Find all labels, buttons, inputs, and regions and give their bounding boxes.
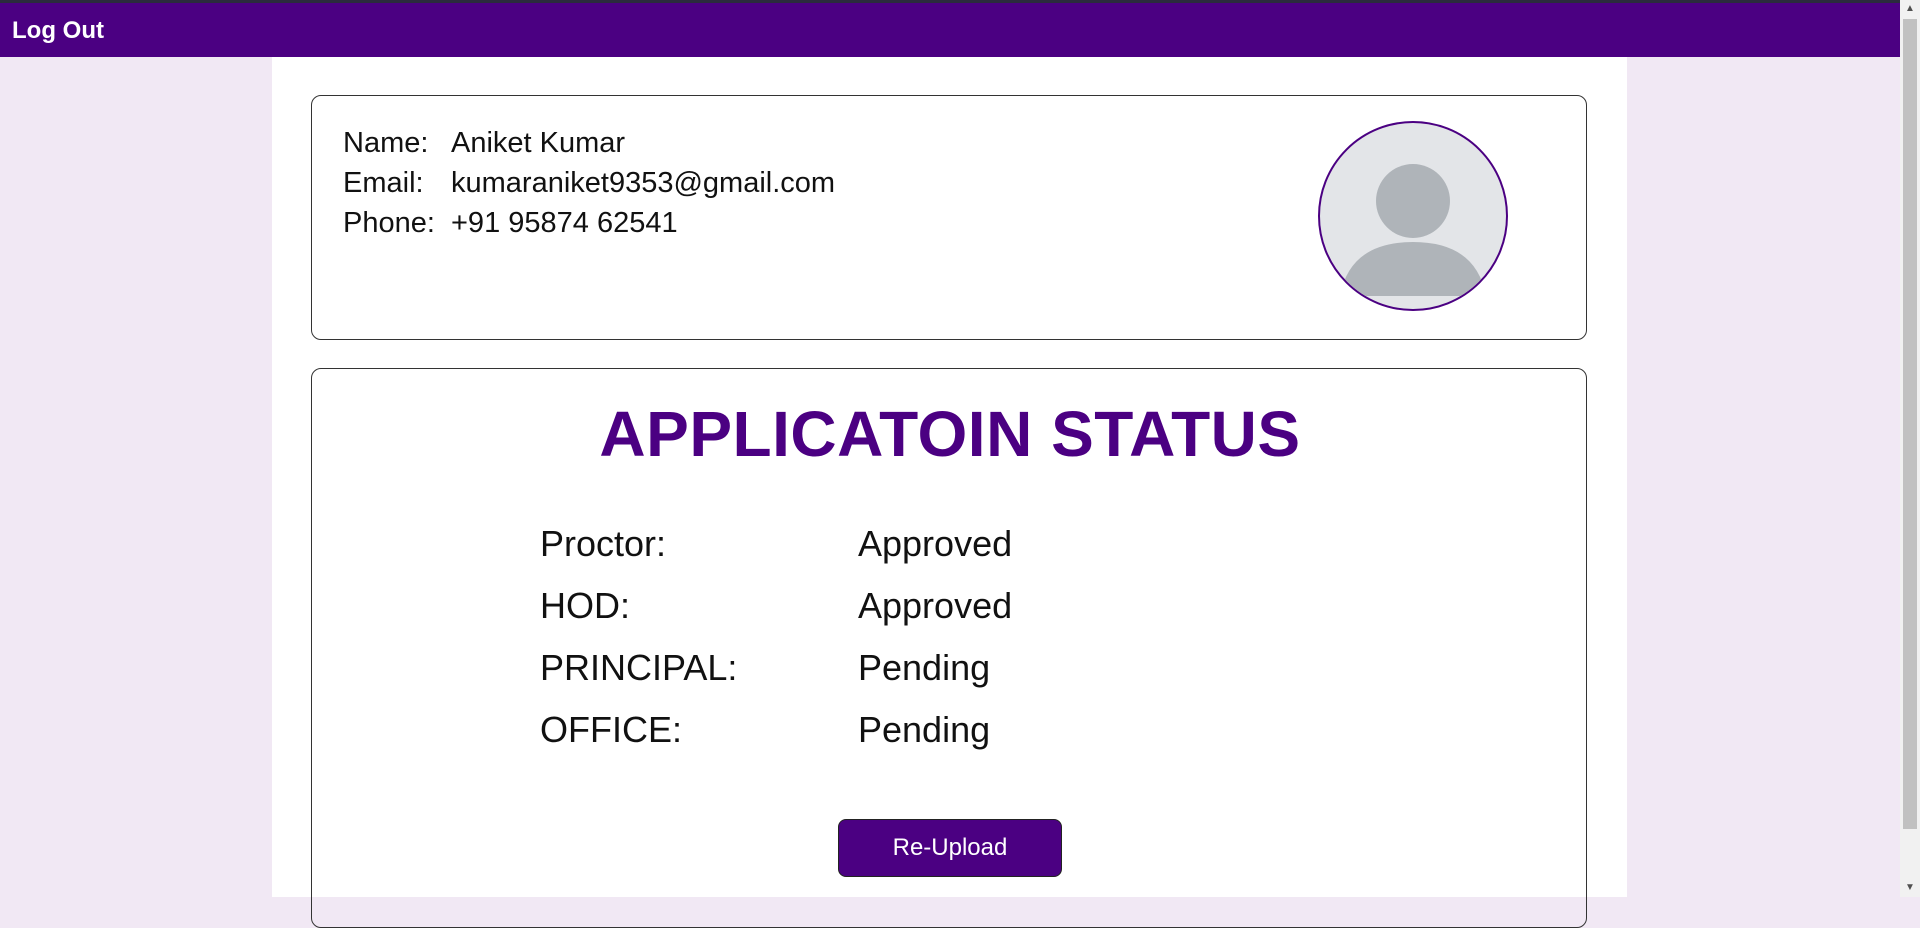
scroll-down-arrow-icon[interactable]: ▼ [1900,879,1920,897]
phone-value: +91 95874 62541 [451,207,678,239]
name-label: Name: [343,127,429,159]
status-title: APPLICATOIN STATUS [599,398,1301,470]
main-content: Name: Aniket Kumar Email: kumaraniket9353@… [272,57,1627,928]
status-value-office: Pending [858,709,991,750]
status-role-hod: HOD: [540,585,630,626]
phone-row: Phone: +91 95874 62541 [343,207,678,240]
status-role-proctor: Proctor: [540,523,667,564]
name-value: Aniket Kumar [451,127,626,159]
status-row: Proctor: Approved [540,523,1012,565]
status-value-hod: Approved [858,585,1013,626]
logout-link[interactable]: Log Out [12,17,104,45]
application-status-card: APPLICATOIN STATUS Proctor: Approved HOD:… [311,368,1587,928]
email-row: Email: kumaraniket9353@gmail.com [343,167,835,200]
status-row: HOD: Approved [540,585,1012,627]
status-value-proctor: Approved [858,523,1013,564]
phone-label: Phone: [343,207,435,239]
name-row: Name: Aniket Kumar [343,127,625,160]
status-row: PRINCIPAL: Pending [540,647,990,689]
vertical-scrollbar[interactable]: ▲ ▼ [1900,0,1920,897]
status-role-principal: PRINCIPAL: [540,647,738,688]
email-label: Email: [343,167,424,199]
status-value-principal: Pending [858,647,991,688]
navbar: Log Out [0,3,1900,57]
reupload-button[interactable]: Re-Upload [838,819,1062,877]
scroll-up-arrow-icon[interactable]: ▲ [1900,0,1920,18]
scrollbar-thumb[interactable] [1903,19,1917,829]
user-placeholder-icon [1340,164,1486,296]
status-role-office: OFFICE: [540,709,682,750]
avatar [1318,121,1508,311]
email-value: kumaraniket9353@gmail.com [451,167,836,199]
status-row: OFFICE: Pending [540,709,990,751]
profile-card: Name: Aniket Kumar Email: kumaraniket9353@… [311,95,1587,340]
